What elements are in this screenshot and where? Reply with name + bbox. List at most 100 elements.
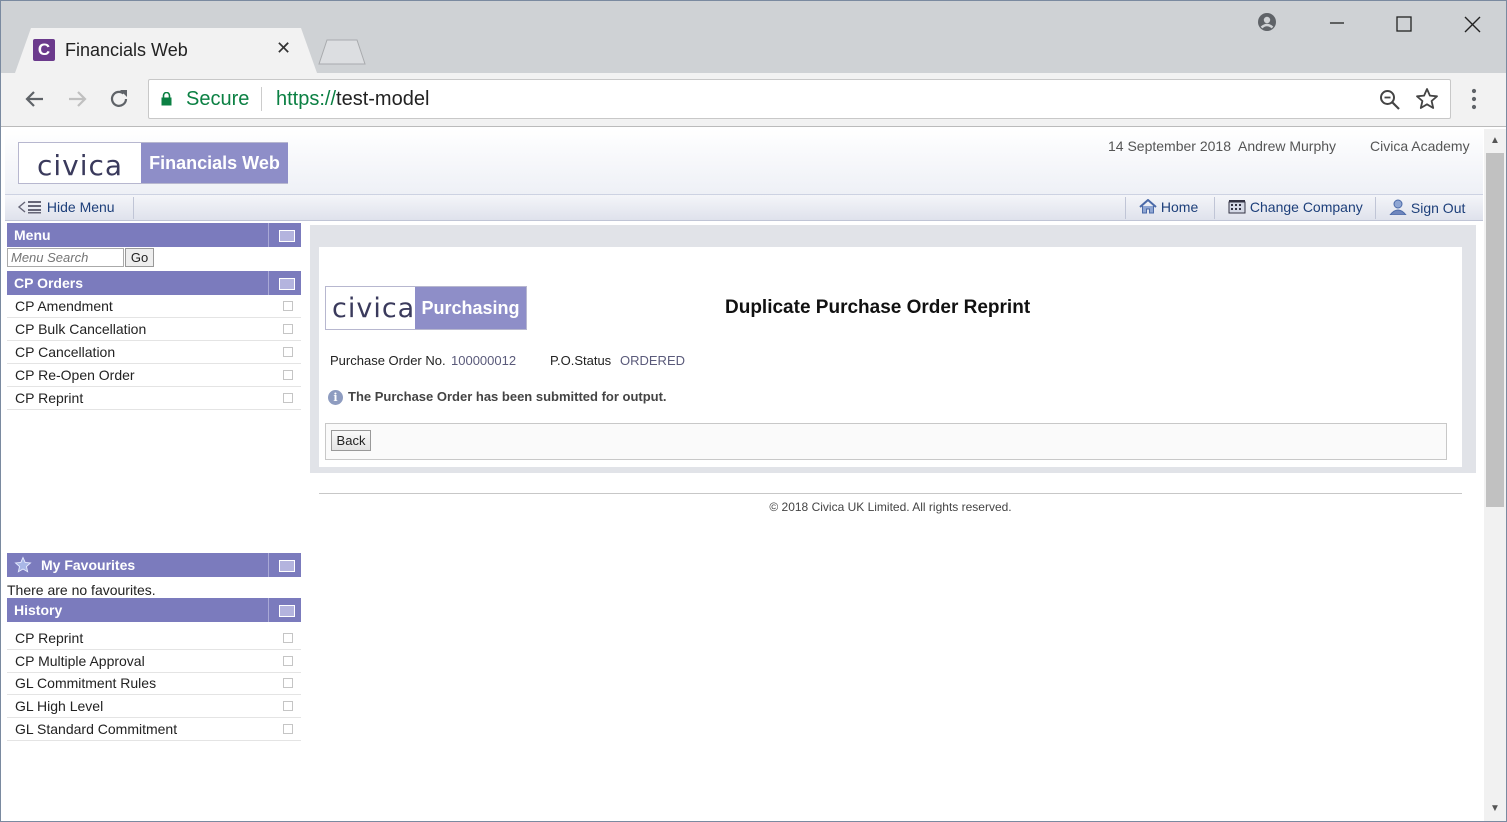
sign-out-label: Sign Out xyxy=(1410,200,1466,216)
favourites-panel-header: My Favourites xyxy=(7,553,301,577)
minimize-icon[interactable] xyxy=(1329,13,1345,29)
civica-logo[interactable]: civica Financials Web xyxy=(18,142,288,184)
cp-orders-up-icon[interactable] xyxy=(268,271,301,295)
header-user: Andrew Murphy xyxy=(1238,138,1337,154)
close-tab-icon[interactable]: ✕ xyxy=(276,38,291,59)
browser-window: C Financials Web ✕ Secure https://test-m… xyxy=(0,0,1507,822)
sidebar-item-cp-amendment[interactable]: CP Amendment xyxy=(7,295,301,318)
sidebar-item-cp-bulk-cancellation[interactable]: CP Bulk Cancellation xyxy=(7,318,301,341)
open-new-window-icon[interactable] xyxy=(283,301,293,311)
web-page: civica Financials Web 14 September 2018 … xyxy=(5,129,1483,821)
browser-menu-icon[interactable] xyxy=(1469,87,1479,111)
open-new-window-icon[interactable] xyxy=(283,347,293,357)
menu-search-go-button[interactable]: Go xyxy=(125,248,154,267)
menu-panel-toggle-icon[interactable] xyxy=(268,223,301,247)
url-text[interactable]: https://test-model xyxy=(276,88,429,111)
forward-arrow-icon[interactable] xyxy=(65,87,89,111)
sidebar-item-cp-reprint[interactable]: CP Reprint xyxy=(7,387,301,410)
profile-icon[interactable] xyxy=(1257,12,1277,32)
logo-app-name: Financials Web xyxy=(141,143,288,183)
open-new-window-icon[interactable] xyxy=(283,724,293,734)
lock-icon xyxy=(161,92,172,106)
cp-orders-panel-header[interactable]: CP Orders xyxy=(7,271,301,295)
logo-civica-text: civica xyxy=(37,149,124,182)
page-title: Duplicate Purchase Order Reprint xyxy=(725,297,1031,318)
po-number-value: 100000012 xyxy=(451,353,517,368)
home-icon xyxy=(1139,198,1157,214)
po-number-label: Purchase Order No. xyxy=(330,353,446,368)
purchasing-logo-app: Purchasing xyxy=(415,287,526,329)
history-item-cp-reprint[interactable]: CP Reprint xyxy=(7,627,301,650)
history-panel-toggle-icon[interactable] xyxy=(268,598,301,622)
hide-menu-label: Hide Menu xyxy=(46,199,115,215)
open-new-window-icon[interactable] xyxy=(283,678,293,688)
menu-bar: Hide Menu Home Change Company Sign Out xyxy=(5,195,1483,221)
header-company: Civica Academy xyxy=(1370,138,1470,154)
scroll-up-arrow-icon[interactable]: ▲ xyxy=(1490,135,1500,146)
scroll-down-arrow-icon[interactable]: ▼ xyxy=(1490,803,1500,814)
footer-divider xyxy=(319,493,1462,494)
history-item-label: CP Reprint xyxy=(15,630,84,646)
sidebar-item-cp-cancellation[interactable]: CP Cancellation xyxy=(7,341,301,364)
back-arrow-icon[interactable] xyxy=(23,87,47,111)
history-item-gl-standard-commitment[interactable]: GL Standard Commitment xyxy=(7,718,301,741)
po-status-label: P.O.Status xyxy=(550,353,612,368)
history-item-label: GL High Level xyxy=(15,698,104,714)
copyright-footer: © 2018 Civica UK Limited. All rights res… xyxy=(769,500,1012,514)
scrollbar-thumb[interactable] xyxy=(1486,153,1504,507)
maximize-icon[interactable] xyxy=(1396,16,1412,32)
history-panel-header: History xyxy=(7,598,301,622)
menubar-divider xyxy=(1375,197,1376,219)
new-tab-button[interactable] xyxy=(317,39,367,65)
po-status-value: ORDERED xyxy=(620,353,686,368)
favourites-panel-title: My Favourites xyxy=(41,557,136,573)
sign-out-link[interactable]: Sign Out xyxy=(1388,199,1466,216)
purchasing-logo: civica Purchasing xyxy=(325,286,527,330)
history-item-gl-commitment-rules[interactable]: GL Commitment Rules xyxy=(7,672,301,695)
menubar-divider xyxy=(133,197,134,219)
change-company-link[interactable]: Change Company xyxy=(1228,199,1363,215)
zoom-icon[interactable] xyxy=(1379,89,1401,111)
url-host: test-model xyxy=(336,88,430,110)
favourites-star-icon xyxy=(14,556,32,573)
home-label: Home xyxy=(1160,199,1199,215)
sidebar-item-cp-re-open-order[interactable]: CP Re-Open Order xyxy=(7,364,301,387)
menu-search-input[interactable] xyxy=(7,248,124,267)
menu-panel-header: Menu xyxy=(7,223,301,247)
tab-title: Financials Web xyxy=(65,40,188,60)
open-new-window-icon[interactable] xyxy=(283,701,293,711)
bookmark-star-icon[interactable] xyxy=(1415,87,1439,111)
sign-out-user-icon xyxy=(1388,199,1408,216)
sidebar-item-label: CP Cancellation xyxy=(15,344,116,360)
home-link[interactable]: Home xyxy=(1139,198,1199,215)
favourites-panel-toggle-icon[interactable] xyxy=(268,553,301,577)
vertical-scrollbar[interactable]: ▲ ▼ xyxy=(1484,129,1506,821)
open-new-window-icon[interactable] xyxy=(283,324,293,334)
open-new-window-icon[interactable] xyxy=(283,370,293,380)
open-new-window-icon[interactable] xyxy=(283,656,293,666)
header-date: 14 September 2018 xyxy=(1108,138,1231,154)
sidebar-item-label: CP Amendment xyxy=(15,298,113,314)
url-scheme: https:// xyxy=(276,88,337,110)
hide-menu-button[interactable]: Hide Menu xyxy=(17,199,115,215)
no-favourites-text: There are no favourites. xyxy=(7,582,156,598)
purchasing-logo-civica: civica xyxy=(332,293,416,324)
open-new-window-icon[interactable] xyxy=(283,393,293,403)
back-button[interactable]: Back xyxy=(331,430,371,451)
info-message: The Purchase Order has been submitted fo… xyxy=(348,389,667,404)
menubar-divider xyxy=(1214,197,1215,219)
secure-label: Secure xyxy=(186,88,250,110)
open-new-window-icon[interactable] xyxy=(283,633,293,643)
menu-panel-title: Menu xyxy=(14,227,51,243)
address-separator xyxy=(261,87,262,111)
sidebar-item-label: CP Re-Open Order xyxy=(15,367,135,383)
change-company-label: Change Company xyxy=(1249,199,1363,215)
civica-favicon-icon: C xyxy=(33,39,55,61)
history-item-gl-high-level[interactable]: GL High Level xyxy=(7,695,301,718)
close-window-icon[interactable] xyxy=(1464,16,1481,33)
history-panel-title: History xyxy=(14,602,63,618)
history-item-cp-multiple-approval[interactable]: CP Multiple Approval xyxy=(7,650,301,673)
cp-orders-panel-title: CP Orders xyxy=(14,275,83,291)
sidebar-item-label: CP Reprint xyxy=(15,390,84,406)
reload-icon[interactable] xyxy=(107,87,131,111)
